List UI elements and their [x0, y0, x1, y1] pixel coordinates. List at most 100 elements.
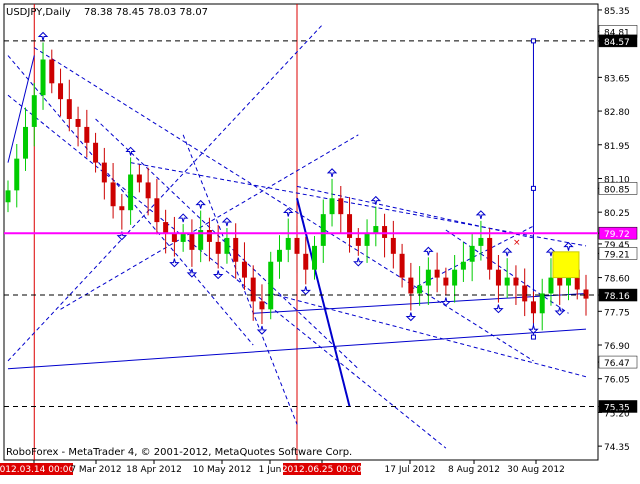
x-label-8: 8 Aug 2012 [448, 465, 500, 475]
candle-body-8 [66, 99, 72, 119]
fractal-down-arrow-47 [405, 312, 417, 322]
candle-body-26 [224, 237, 230, 254]
candle-body-25 [215, 241, 221, 254]
fractal-up-arrow-55 [475, 210, 487, 220]
fractal-down-arrow-41 [353, 257, 364, 267]
candle-body-48 [417, 285, 423, 294]
red-x-marker: × [513, 238, 521, 248]
y-label-20: 75.20 [604, 409, 630, 419]
candle-body-24 [206, 230, 212, 242]
chart-area[interactable]: × 85.35 84.81 84.57 83.65 82.80 81.95 81.10 80.… [0, 0, 640, 480]
candle-body-58 [504, 277, 510, 286]
candle-body-30 [259, 301, 265, 310]
y-axis-labels: 85.3584.8184.5783.6582.8081.9581.1080.85… [598, 7, 638, 453]
candle-body-39 [338, 198, 344, 215]
chart-ohlc: 78.38 78.45 78.03 78.07 [84, 7, 208, 18]
candle-body-1 [5, 190, 11, 203]
candle-body-63 [548, 277, 554, 294]
x-label-2: 7 Mar 2012 [70, 465, 121, 475]
dashed-trend-line-2 [7, 94, 447, 449]
candle-body-40 [347, 214, 353, 238]
candle-body-29 [250, 277, 256, 302]
candle-body-60 [522, 285, 528, 302]
y-label-13: 78.60 [604, 275, 630, 285]
y-label-8: 80.85 [604, 185, 630, 195]
candle-body-44 [382, 226, 388, 238]
y-label-18: 76.05 [604, 376, 630, 386]
x-label-4: 10 May 2012 [193, 465, 252, 475]
candle-body-62 [539, 293, 545, 314]
candle-body-47 [408, 277, 414, 294]
solid-trend-line-4 [7, 55, 35, 163]
projection-node-2 [530, 185, 536, 191]
candle-body-49 [425, 269, 431, 286]
fractal-up-arrow-5 [37, 31, 49, 41]
candle-body-33 [285, 237, 291, 250]
candle-body-37 [320, 214, 326, 246]
candle-body-10 [84, 126, 90, 143]
candle-body-53 [460, 261, 466, 270]
candle-body-3 [23, 126, 29, 159]
candle-body-59 [513, 277, 519, 286]
candle-body-11 [93, 142, 99, 163]
candle-body-15 [128, 174, 134, 211]
candle-body-61 [530, 301, 536, 314]
candle-body-20 [171, 233, 177, 242]
candle-body-45 [390, 237, 396, 254]
fractal-down-arrow-57 [493, 304, 504, 314]
y-label-17: 76.47 [604, 359, 630, 369]
y-label-10: 79.72 [604, 230, 630, 240]
candle-body-34 [294, 237, 300, 254]
candle-body-22 [189, 233, 195, 250]
y-label-9: 80.25 [604, 209, 630, 219]
fractal-up-arrow-33 [283, 207, 294, 217]
candle-body-46 [399, 253, 405, 278]
projection-node-1 [530, 38, 536, 44]
x-label-1: 2012.03.14 00:00 [0, 465, 74, 475]
candle-body-31 [268, 261, 274, 310]
candle-body-36 [312, 245, 318, 270]
dashed-trend-line-8 [270, 292, 587, 378]
fractal-up-arrow-49 [423, 246, 434, 256]
fractal-down-arrow-25 [212, 270, 224, 280]
candle-body-12 [101, 162, 107, 183]
chart-copyright: RoboForex - MetaTrader 4, © 2001-2012, M… [6, 447, 352, 458]
candle-body-32 [276, 249, 282, 262]
candle-body-41 [355, 237, 361, 246]
candle-body-35 [303, 253, 309, 270]
candle-body-42 [364, 233, 370, 246]
y-label-1: 85.35 [604, 7, 630, 17]
fractal-down-arrow-35 [300, 286, 311, 296]
fractal-up-arrow-38 [326, 168, 338, 177]
candle-body-13 [110, 182, 116, 207]
candle-body-2 [14, 158, 20, 191]
x-label-7: 17 Jul 2012 [385, 465, 436, 475]
y-label-21: 74.35 [604, 443, 630, 453]
fractal-down-arrow-61 [528, 325, 539, 334]
x-label-3: 18 Apr 2012 [126, 465, 182, 475]
candlestick-chart[interactable]: × 85.3584.8184.5783.6582.8081.9581.1080.… [0, 0, 640, 480]
y-label-6: 81.95 [604, 142, 630, 152]
candle-body-50 [434, 269, 440, 278]
fractal-arrows-layer [37, 31, 574, 335]
y-label-5: 82.80 [604, 108, 630, 118]
candle-body-55 [478, 237, 484, 246]
candle-body-28 [241, 261, 247, 278]
y-label-15: 77.75 [604, 308, 630, 318]
fractal-up-arrow-26 [221, 217, 233, 227]
candle-body-7 [58, 83, 64, 100]
candle-body-17 [145, 182, 151, 199]
fractal-down-arrow-64 [554, 306, 565, 316]
candle-body-9 [75, 118, 81, 127]
y-label-12: 79.21 [604, 250, 630, 260]
candle-body-38 [329, 198, 335, 215]
y-label-3: 84.57 [604, 38, 630, 48]
candle-body-18 [154, 198, 160, 223]
fractal-up-arrow-23 [195, 199, 206, 209]
fractal-up-arrow-65 [563, 241, 574, 251]
candle-body-56 [487, 237, 493, 270]
x-axis-labels: 2012.03.14 00:007 Mar 2012 18 Apr 2012 10 … [0, 460, 565, 475]
candle-body-14 [119, 206, 125, 211]
projection-node-3 [530, 334, 536, 340]
candle-body-5 [40, 59, 46, 96]
